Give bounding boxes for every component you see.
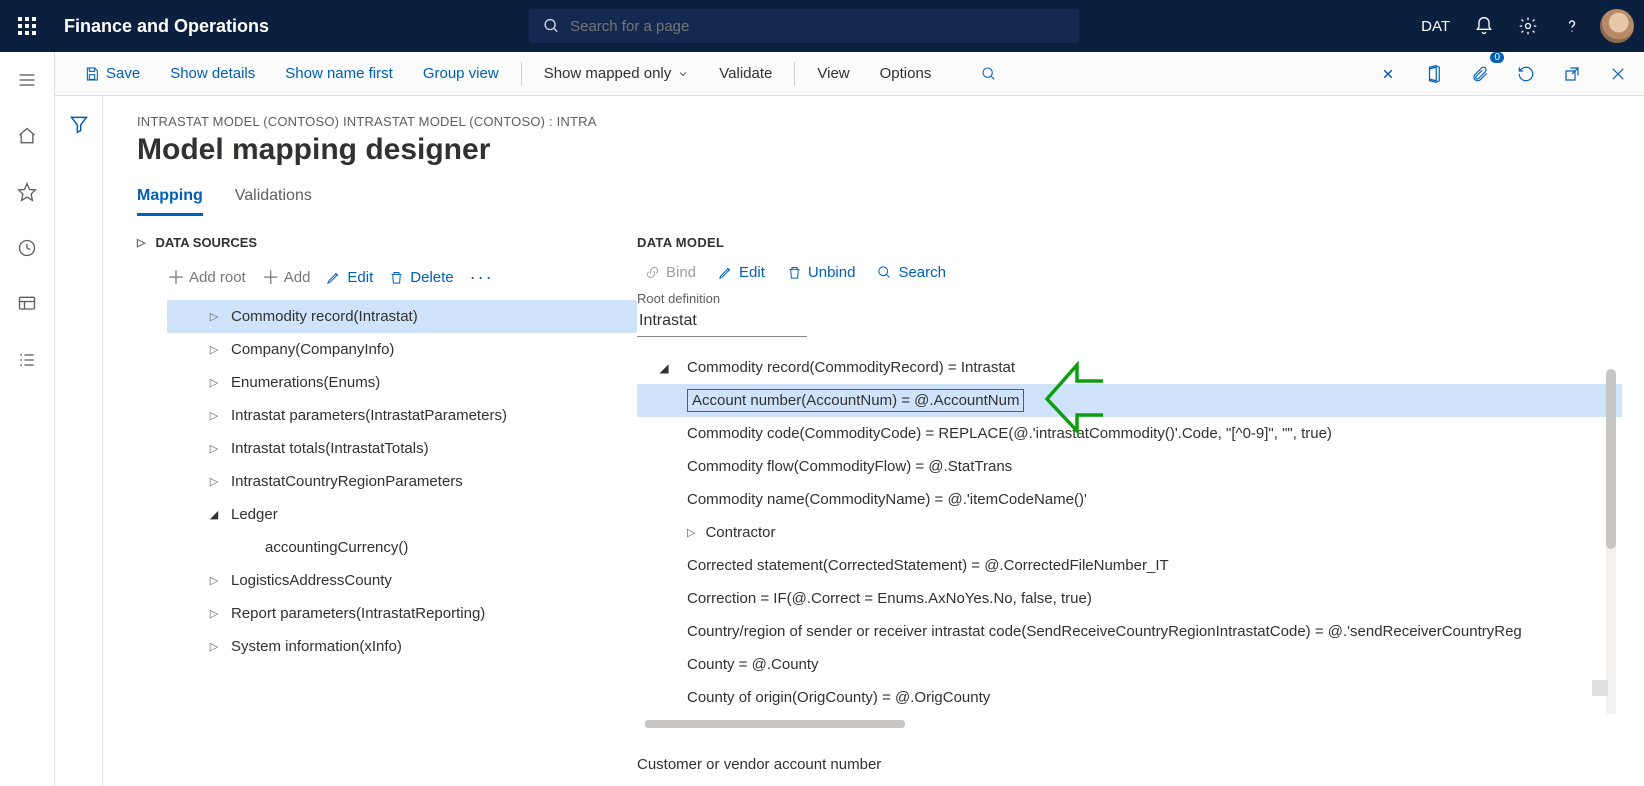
data-sources-toolbar: ＋Add root ＋Add Edit Delete ··· [167,264,637,290]
tree-item[interactable]: ▷Enumerations(Enums) [167,366,637,399]
filter-icon[interactable] [69,114,89,786]
tree-item[interactable]: ▷Commodity record(Intrastat) [167,300,637,333]
tab-validations[interactable]: Validations [235,187,312,216]
attachments-badge: 0 [1490,52,1504,63]
tree-item[interactable]: ▷IntrastatCountryRegionParameters [167,465,637,498]
dm-tree-item[interactable]: Account number(AccountNum) = @.AccountNu… [637,384,1622,417]
data-sources-panel: ▷ DATA SOURCES ＋Add root ＋Add Edit Delet… [137,235,637,776]
avatar[interactable] [1600,9,1634,43]
data-model-header: DATA MODEL [637,235,1622,250]
options-button[interactable]: Options [866,59,946,88]
more-icon[interactable]: ··· [470,267,494,288]
save-button[interactable]: Save [70,59,154,88]
dm-tree-item[interactable]: Corrected statement(CorrectedStatement) … [637,549,1622,582]
search-icon [543,17,560,35]
page-title: Model mapping designer [137,133,1622,167]
tab-mapping[interactable]: Mapping [137,187,203,216]
infolog-icon[interactable] [1372,58,1404,90]
data-sources-tree: ▷Commodity record(Intrastat) ▷Company(Co… [167,300,637,663]
tree-item[interactable]: ▷Intrastat totals(IntrastatTotals) [167,432,637,465]
tree-item[interactable]: ▷Company(CompanyInfo) [167,333,637,366]
breadcrumb: INTRASTAT MODEL (CONTOSO) INTRASTAT MODE… [137,114,1622,129]
filter-strip [55,96,103,786]
add-button[interactable]: ＋Add [262,264,311,290]
view-button[interactable]: View [803,59,863,88]
horizontal-scrollbar[interactable] [645,720,905,728]
office-icon[interactable] [1418,58,1450,90]
root-definition-value[interactable]: Intrastat [637,308,807,337]
dm-tree-item[interactable]: Commodity code(CommodityCode) = REPLACE(… [637,417,1622,450]
hamburger-icon[interactable] [11,64,43,96]
chevron-down-icon [677,68,689,80]
dm-tree-item[interactable]: Commodity flow(CommodityFlow) = @.StatTr… [637,450,1622,483]
page-body: INTRASTAT MODEL (CONTOSO) INTRASTAT MODE… [55,96,1644,786]
validate-button[interactable]: Validate [705,59,786,88]
company-code[interactable]: DAT [1415,18,1456,35]
home-icon[interactable] [11,120,43,152]
bind-button: Bind [645,264,696,281]
search-command-icon[interactable] [967,60,1011,88]
show-mapped-only-dropdown[interactable]: Show mapped only [530,59,704,88]
refresh-icon[interactable] [1510,58,1542,90]
command-bar: Save Show details Show name first Group … [0,52,1644,96]
show-details-button[interactable]: Show details [156,59,269,88]
tree-item[interactable]: ▷System information(xInfo) [167,630,637,663]
search-input[interactable] [570,18,1065,35]
edit-button[interactable]: Edit [326,269,373,286]
bell-icon[interactable] [1468,10,1500,42]
group-view-button[interactable]: Group view [409,59,513,88]
modules-icon[interactable] [11,344,43,376]
tree-item[interactable]: ▷Report parameters(IntrastatReporting) [167,597,637,630]
dm-tree-item[interactable]: Country/region of sender or receiver int… [637,615,1622,648]
data-sources-header: DATA SOURCES [155,235,257,250]
resize-handle[interactable] [1592,680,1608,696]
search-box[interactable] [529,9,1079,43]
left-rail [0,52,55,786]
unbind-button[interactable]: Unbind [787,264,856,281]
popout-icon[interactable] [1556,58,1588,90]
close-icon[interactable] [1602,58,1634,90]
dm-edit-button[interactable]: Edit [718,264,765,281]
workspace-icon[interactable] [11,288,43,320]
dm-tree-item[interactable]: Commodity name(CommodityName) = @.'itemC… [637,483,1622,516]
vertical-scrollbar[interactable] [1606,369,1616,714]
data-model-panel: DATA MODEL Bind Edit Unbind Search Root … [637,235,1622,776]
dm-tree-item[interactable]: County = @.County [637,648,1622,681]
tabs: Mapping Validations [137,187,1622,217]
data-model-tree: ◢Commodity record(CommodityRecord) = Int… [637,351,1622,714]
add-root-button[interactable]: ＋Add root [167,264,246,290]
root-definition-label: Root definition [637,291,1622,306]
show-name-first-button[interactable]: Show name first [271,59,407,88]
brand-title: Finance and Operations [64,16,269,37]
divider [794,62,795,86]
collapse-icon[interactable]: ▷ [137,236,145,249]
delete-button[interactable]: Delete [389,269,453,286]
tree-item[interactable]: accountingCurrency() [167,531,637,564]
dm-tree-item[interactable]: County of origin(OrigCounty) = @.OrigCou… [637,681,1622,714]
content-area: INTRASTAT MODEL (CONTOSO) INTRASTAT MODE… [103,96,1644,786]
scrollbar-thumb[interactable] [1606,369,1616,549]
dm-tree-root[interactable]: ◢Commodity record(CommodityRecord) = Int… [637,351,1622,384]
save-label: Save [106,65,140,82]
dm-tree-item[interactable]: ▷Contractor [637,516,1622,549]
top-nav-bar: Finance and Operations DAT [0,0,1644,52]
dm-search-button[interactable]: Search [877,264,946,281]
tree-item[interactable]: ▷Intrastat parameters(IntrastatParameter… [167,399,637,432]
data-model-toolbar: Bind Edit Unbind Search [645,264,1622,281]
help-icon[interactable] [1556,10,1588,42]
recent-icon[interactable] [11,232,43,264]
dm-tree-item[interactable]: Correction = IF(@.Correct = Enums.AxNoYe… [637,582,1622,615]
status-text: Customer or vendor account number [637,756,1622,773]
gear-icon[interactable] [1512,10,1544,42]
app-launcher-icon[interactable] [10,9,44,43]
divider [521,62,522,86]
star-icon[interactable] [11,176,43,208]
attachments-icon[interactable]: 0 [1464,58,1496,90]
tree-item[interactable]: ▷LogisticsAddressCounty [167,564,637,597]
tree-item[interactable]: ◢Ledger [167,498,637,531]
